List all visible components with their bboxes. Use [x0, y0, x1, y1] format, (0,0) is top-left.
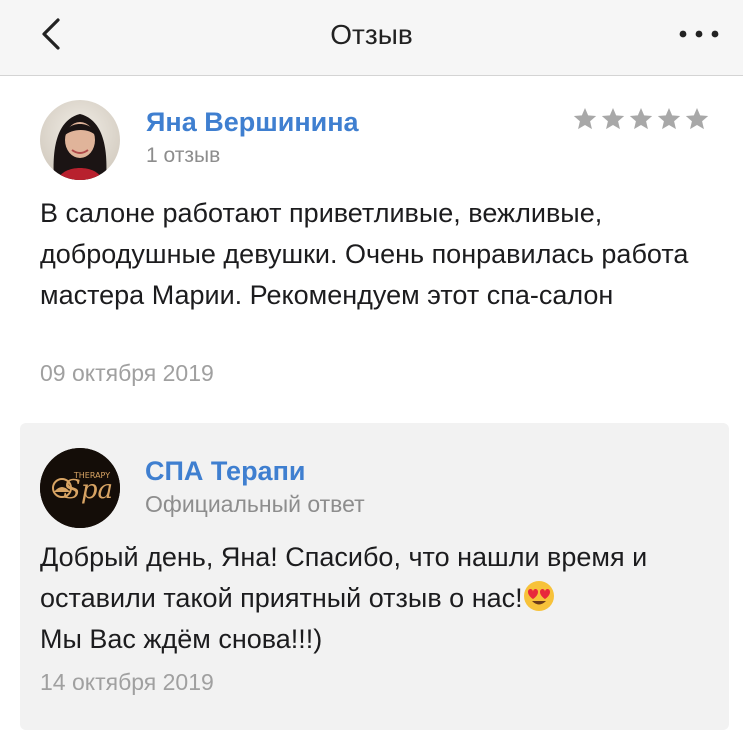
- more-options-button[interactable]: [677, 26, 721, 42]
- top-bar: Отзыв: [0, 0, 743, 76]
- reply-text-part-1: Добрый день, Яна! Спасибо, что нашли вре…: [40, 542, 648, 613]
- star-icon: [657, 107, 681, 130]
- heart-eyes-emoji-icon: [523, 581, 554, 611]
- review-text: В салоне работают приветливые, вежливые,…: [40, 198, 689, 310]
- page-title: Отзыв: [330, 19, 413, 50]
- star-icon: [601, 107, 625, 130]
- review-author-name[interactable]: Яна Вершинина: [146, 107, 359, 138]
- spa-logo-subtext: THERAPY: [73, 471, 110, 480]
- official-reply-label: Официальный ответ: [145, 491, 365, 517]
- star-icon: [629, 107, 653, 130]
- review-date: 09 октября 2019: [40, 360, 214, 386]
- star-rating: [572, 106, 710, 132]
- avatar[interactable]: [40, 100, 120, 180]
- star-icon: [573, 107, 597, 130]
- more-horizontal-icon: [679, 30, 719, 38]
- official-reply-card: Spa THERAPY СПА Терапи Официальный ответ…: [20, 423, 729, 730]
- review-count: 1 отзыв: [146, 144, 221, 167]
- reply-author-name[interactable]: СПА Терапи: [145, 456, 305, 487]
- reply-date: 14 октября 2019: [40, 669, 214, 695]
- reply-text-part-2: Мы Вас ждём снова!!!): [40, 624, 323, 654]
- reply-text: Добрый день, Яна! Спасибо, что нашли вре…: [40, 537, 720, 660]
- spa-logo[interactable]: Spa THERAPY: [40, 448, 120, 528]
- star-icon: [685, 107, 709, 130]
